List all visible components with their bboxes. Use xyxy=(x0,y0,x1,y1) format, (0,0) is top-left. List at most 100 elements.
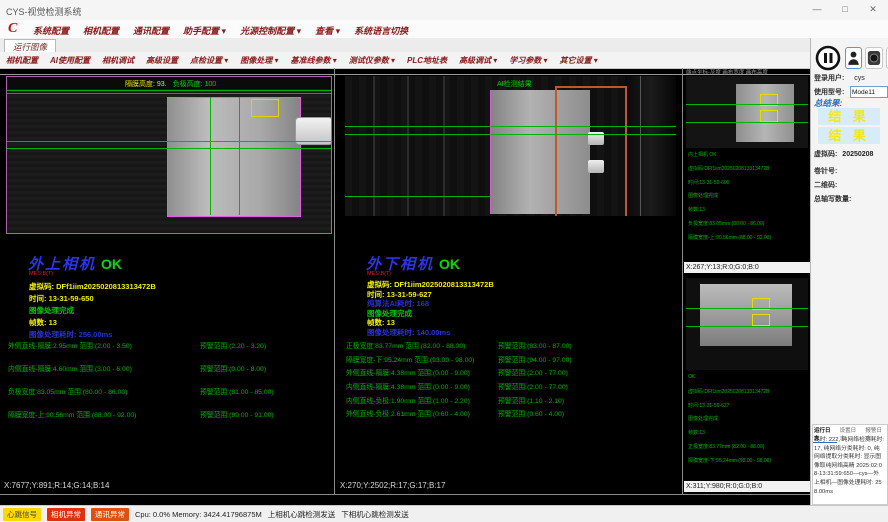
warning-range: 预警范围:(2.00 - 77.00) xyxy=(498,381,568,391)
minimize-button[interactable]: — xyxy=(804,2,830,17)
warning-range: 预警范围:(0.00 - 8.00) xyxy=(200,363,266,373)
ai-result-overlay: AI检测结果 xyxy=(497,79,532,89)
warning-range: 预警范围:(81.00 - 85.00) xyxy=(200,386,274,396)
login-user-value: cys xyxy=(854,75,865,82)
roi-box-yellow xyxy=(752,314,770,326)
result-display-2: 结 果 xyxy=(818,127,880,144)
app-logo-icon: C xyxy=(8,21,17,37)
measure-line-overlay xyxy=(345,196,490,197)
info-line: 纯算法AI耗时: 168 xyxy=(367,298,494,308)
window-controls: — □ ✕ xyxy=(804,2,886,17)
thumb-info-line: 图像处理完成 xyxy=(688,415,810,429)
measurement-value: 负极宽度:83.05mm 范围:(80.00 - 86.00) xyxy=(8,386,127,396)
measurement-value: 外侧直线-隔膜:2.95mm 范围:(2.00 - 3.50) xyxy=(8,340,132,350)
toolbar-item[interactable]: 相机配置 xyxy=(0,55,44,66)
overlay-height-label: 负极高度: 100 xyxy=(173,81,217,88)
virtual-code-value: 20250208 xyxy=(842,151,873,158)
mes-sub-label: MES:B(T) xyxy=(29,271,53,277)
menu-item[interactable]: 相机配置 xyxy=(76,23,126,38)
menu-item[interactable]: 助手配置 ▾ xyxy=(176,23,233,38)
menu-item[interactable]: 光源控制配置 ▾ xyxy=(233,23,308,38)
machine-structure xyxy=(407,76,409,216)
left-cursor-status: X:7677;Y:891;R:14;G:14;B:14 xyxy=(4,481,109,490)
warning-range: 预警范围:(94.00 - 97.00) xyxy=(498,354,572,364)
info-line: 图像处理完成 xyxy=(367,308,494,318)
lower-outer-camera-view[interactable]: AI检测结果 xyxy=(345,76,676,216)
title-bar: CYS-视觉检测系统 — □ ✕ xyxy=(0,0,888,21)
toolbar: 相机配置AI使用配置相机调试高级设置点检设置 ▾图像处理 ▾基准线参数 ▾测试仪… xyxy=(0,52,810,69)
warning-range: 预警范围:(83.00 - 87.00) xyxy=(498,340,572,350)
measurement-row: 外侧直线-隔膜:4.38mm 范围:(0.00 - 9.00) 预警范围:(2.… xyxy=(346,367,676,381)
roi-box-yellow xyxy=(251,99,279,117)
machine-structure xyxy=(625,76,676,216)
machine-edge xyxy=(640,76,641,216)
qr-code-row: 二维码: xyxy=(814,180,886,190)
measure-line-overlay xyxy=(686,308,808,309)
measurement-value: 内侧直线-隔膜:4.60mm 范围:(3.00 - 6.00) xyxy=(8,363,132,373)
electrode-region xyxy=(700,284,792,346)
virtual-code-row: 虚拟码: 20250208 xyxy=(814,149,886,159)
measurement-row: 内侧直线-隔膜:4.60mm 范围:(3.00 - 6.00) 预警范围:(0.… xyxy=(8,363,330,386)
thumb-camera-view-1[interactable] xyxy=(686,76,808,148)
toolbar-item[interactable]: 学习参数 ▾ xyxy=(503,55,553,66)
camera-status-badge: 相机异常 xyxy=(47,508,85,521)
thumb-info-line: 虚拟码:DFf1iim2025020813313472B xyxy=(688,388,810,402)
machine-structure xyxy=(443,76,445,216)
toolbar-item[interactable]: 高级设置 xyxy=(140,55,184,66)
thumb-info-line: 负极宽度:83.05mm (80.00 - 86.00) xyxy=(688,220,810,234)
virtual-code-label: 虚拟码: xyxy=(814,151,837,158)
info-line: 虚拟码: DFf1iim2025020813313472B xyxy=(29,281,156,293)
machine-structure xyxy=(373,76,375,216)
toolbar-item[interactable]: 基准线参数 ▾ xyxy=(285,55,343,66)
menu-item[interactable]: 查看 ▾ xyxy=(308,23,347,38)
measure-line-overlay xyxy=(239,97,240,215)
toolbar-item[interactable]: 点检设置 ▾ xyxy=(184,55,234,66)
thumb-camera-view-2[interactable] xyxy=(686,278,808,370)
image-overlay-text: 隔膜高度: 93. 负极高度: 100 xyxy=(125,79,216,89)
upper-outer-camera-view[interactable]: 隔膜高度: 93. 负极高度: 100 xyxy=(6,76,332,234)
measurement-row: 隔膜宽度-上:90.56mm 范围:(88.00 - 92.00) 预警范围:(… xyxy=(8,409,330,432)
toolbar-item[interactable]: 测试仪参数 ▾ xyxy=(343,55,401,66)
model-input[interactable] xyxy=(850,86,888,98)
login-user-label: 登录用户: xyxy=(814,75,844,82)
menu-bar: C 系统配置相机配置通讯配置助手配置 ▾光源控制配置 ▾查看 ▾系统语言切换 xyxy=(0,20,888,39)
toolbar-item[interactable]: AI使用配置 xyxy=(44,55,96,66)
tab-row: 运行图像 xyxy=(0,38,810,53)
menu-item[interactable]: 通讯配置 xyxy=(126,23,176,38)
thumb-info-line: 内上相机 OK xyxy=(688,151,810,165)
info-line: 图像处理完成 xyxy=(29,305,156,317)
toolbar-item[interactable]: 高级调试 ▾ xyxy=(453,55,503,66)
app-window: CYS-视觉检测系统 — □ ✕ C 系统配置相机配置通讯配置助手配置 ▾光源控… xyxy=(0,0,888,522)
lower-camera-heartbeat: 下相机心跳检测发送 xyxy=(341,509,409,520)
write-count-label: 总轴写数量: xyxy=(814,196,851,203)
operator-button[interactable] xyxy=(845,47,862,69)
result-ok-badge: OK xyxy=(101,256,122,272)
info-line: 帧数: 13 xyxy=(367,317,494,327)
pause-icon xyxy=(815,45,841,71)
measure-line-overlay xyxy=(7,148,331,149)
menu-item[interactable]: 系统语言切换 xyxy=(347,23,415,38)
window-title: CYS-视觉检测系统 xyxy=(6,5,82,18)
maximize-button[interactable]: □ xyxy=(832,2,858,17)
menu-item[interactable]: 系统配置 xyxy=(26,23,76,38)
camera-lens-button[interactable] xyxy=(865,47,883,69)
info-line: 虚拟码: DFf1iim2025020813313472B xyxy=(367,279,494,289)
divider xyxy=(682,68,683,494)
toolbar-item[interactable]: 相机调试 xyxy=(96,55,140,66)
thumb-info-line: 虚拟码:DFf1iim2025020813313472B xyxy=(688,165,810,179)
middle-cursor-status: X:270;Y:2502;R:17;G:17;B:17 xyxy=(340,481,445,490)
close-button[interactable]: ✕ xyxy=(860,2,886,17)
info-line: 时间: 13-31-59-627 xyxy=(367,289,494,299)
warning-range: 预警范围:(89.00 - 91.00) xyxy=(200,409,274,419)
pause-button[interactable] xyxy=(814,44,842,72)
roi-box-yellow xyxy=(760,110,778,122)
toolbar-item[interactable]: PLC地址表 xyxy=(401,55,453,66)
toolbar-item[interactable]: 其它设置 ▾ xyxy=(554,55,604,66)
result-display-1: 结 果 xyxy=(818,108,880,125)
measurement-value: 内侧直线-负极:1.90mm 范围:(1.00 - 2.20) xyxy=(346,395,470,405)
measure-line-overlay xyxy=(686,326,808,327)
toolbar-item[interactable]: 图像处理 ▾ xyxy=(234,55,284,66)
warning-range: 预警范围:(0.60 - 4.00) xyxy=(498,408,564,418)
measurement-row: 内侧直线-负极:1.90mm 范围:(1.00 - 2.20) 预警范围:(1.… xyxy=(346,395,676,409)
measurement-row: 内侧直线-隔膜:4.38mm 范围:(0.00 - 9.00) 预警范围:(2.… xyxy=(346,381,676,395)
